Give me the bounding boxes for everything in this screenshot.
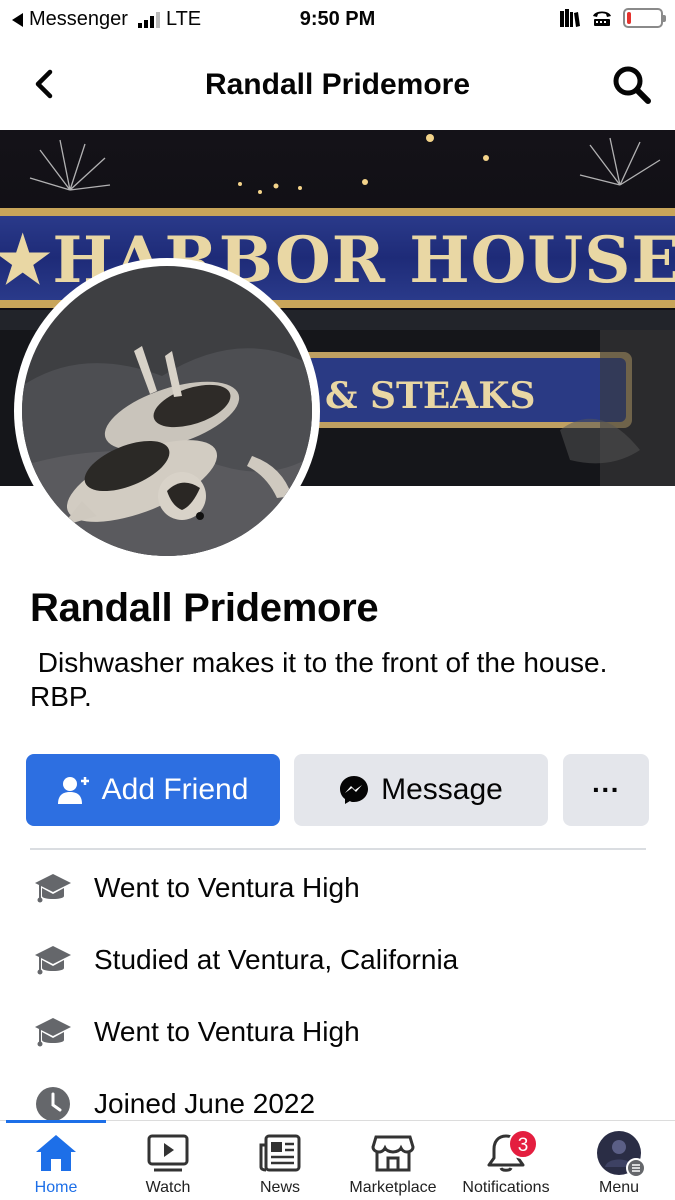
profile-picture[interactable]: [14, 258, 320, 564]
battery-icon: [623, 8, 666, 28]
tab-watch[interactable]: Watch: [112, 1129, 224, 1200]
cover-sign-text-2: & STEAKS: [325, 375, 535, 417]
tab-label: Watch: [145, 1179, 191, 1196]
education-icon: [35, 946, 71, 975]
education-icon: [35, 1018, 71, 1047]
intro-item[interactable]: Went to Ventura High: [0, 996, 675, 1068]
tab-news[interactable]: News: [224, 1129, 336, 1200]
education-icon: [35, 874, 71, 903]
library-icon: [560, 9, 580, 27]
message-button[interactable]: Message: [294, 754, 548, 826]
tab-menu[interactable]: Menu: [563, 1129, 675, 1200]
message-label: Message: [381, 773, 503, 806]
watch-icon: [147, 1134, 189, 1172]
tab-notifications[interactable]: 3 Notifications: [450, 1129, 562, 1200]
add-friend-label: Add Friend: [101, 773, 249, 806]
tab-label: Menu: [598, 1179, 640, 1196]
notifications-badge: 3: [508, 1129, 538, 1159]
search-icon[interactable]: [611, 64, 653, 106]
bottom-tab-bar: Home Watch News Marketplace 3 Notificati…: [0, 1120, 675, 1200]
intro-list: Went to Ventura High Studied at Ventura,…: [0, 852, 675, 1140]
messenger-icon: [340, 776, 369, 804]
profile-name: Randall Pridemore: [30, 586, 379, 630]
header-title: Randall Pridemore: [204, 68, 471, 101]
intro-text: Joined June 2022: [94, 1088, 316, 1119]
tab-marketplace[interactable]: Marketplace: [337, 1129, 449, 1200]
news-icon: [259, 1134, 301, 1172]
tab-label: Notifications: [462, 1179, 550, 1196]
add-friend-button[interactable]: Add Friend: [26, 754, 280, 826]
dog-photo: [22, 266, 312, 556]
tty-icon: [593, 11, 611, 26]
intro-item[interactable]: Studied at Ventura, California: [0, 924, 675, 996]
active-tab-indicator: [6, 1120, 106, 1123]
add-friend-icon: [57, 777, 89, 804]
intro-text: Studied at Ventura, California: [94, 944, 459, 975]
clock-icon: [36, 1087, 70, 1121]
profile-header: Randall Pridemore: [0, 46, 675, 120]
more-options-button[interactable]: ···: [563, 754, 649, 826]
more-options-icon: ···: [592, 774, 620, 805]
tab-label: Home: [34, 1179, 78, 1196]
home-icon: [36, 1135, 76, 1171]
marketplace-icon: [371, 1135, 415, 1172]
intro-text: Went to Ventura High: [94, 872, 360, 903]
tab-label: News: [259, 1179, 300, 1196]
profile-actions: Add Friend Message ···: [26, 754, 649, 826]
profile-bio: Dishwasher makes it to the front of the …: [30, 647, 616, 712]
tab-label: Marketplace: [349, 1179, 437, 1196]
intro-text: Went to Ventura High: [94, 1016, 360, 1047]
tab-home[interactable]: Home: [0, 1129, 112, 1200]
menu-avatar-icon: [597, 1131, 645, 1177]
divider: [30, 848, 646, 850]
status-bar: Messenger LTE 9:50 PM: [0, 0, 675, 40]
intro-item[interactable]: Went to Ventura High: [0, 852, 675, 924]
